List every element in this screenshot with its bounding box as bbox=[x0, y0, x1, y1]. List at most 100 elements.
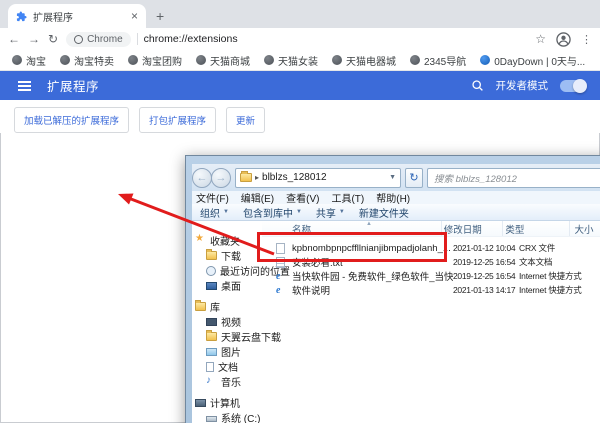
bookmark-item[interactable]: 天猫商城 bbox=[196, 53, 250, 68]
menu-dots-icon[interactable]: ⋮ bbox=[581, 33, 592, 46]
internet-shortcut-icon: e bbox=[276, 271, 292, 282]
include-in-library-button[interactable]: 包含到库中▼ bbox=[243, 205, 302, 220]
menu-file[interactable]: 文件(F) bbox=[196, 190, 229, 205]
browser-toolbar: ← → ↻ Chrome chrome://extensions ☆ ⋮ bbox=[0, 28, 600, 50]
file-date: 2021-01-12 10:04 bbox=[453, 243, 519, 253]
sidebar-item-cloud-downloads[interactable]: 天翼云盘下载 bbox=[192, 329, 268, 344]
site-favicon bbox=[480, 55, 490, 65]
address-bar[interactable]: ▸ blblzs_128012 ▼ bbox=[235, 168, 401, 188]
folder-icon bbox=[240, 173, 252, 182]
omnibox[interactable]: Chrome chrome://extensions bbox=[66, 30, 527, 48]
downloads-folder-icon bbox=[206, 251, 217, 260]
bookmark-label: 淘宝团购 bbox=[142, 53, 182, 68]
sidebar-item-recent-places[interactable]: 最近访问的位置 bbox=[192, 263, 268, 278]
tab-close-icon[interactable]: × bbox=[131, 11, 138, 21]
chip-label: Chrome bbox=[87, 34, 123, 45]
forward-icon[interactable]: → bbox=[28, 33, 40, 45]
column-size[interactable]: 大小 bbox=[570, 221, 600, 236]
bookmark-label: 天猫女装 bbox=[278, 53, 318, 68]
file-type: CRX 文件 bbox=[519, 242, 591, 254]
sidebar-item-libraries[interactable]: 库 bbox=[192, 299, 268, 314]
file-date: 2021-01-13 14:17 bbox=[453, 285, 519, 295]
hard-drive-icon bbox=[206, 416, 217, 422]
bookmark-item[interactable]: 天猫女装 bbox=[264, 53, 318, 68]
tab-extensions[interactable]: 扩展程序 × bbox=[8, 4, 146, 28]
menu-view[interactable]: 查看(V) bbox=[286, 190, 319, 205]
explorer-command-bar: 组织▼ 包含到库中▼ 共享▼ 新建文件夹 bbox=[192, 204, 600, 221]
share-button[interactable]: 共享▼ bbox=[316, 205, 345, 220]
column-date-modified[interactable]: 修改日期 bbox=[442, 221, 504, 236]
libraries-icon bbox=[195, 302, 206, 311]
profile-avatar-icon[interactable] bbox=[556, 32, 571, 47]
file-row-shortcut-site[interactable]: e 当快软件园 - 免费软件_绿色软件_当快软... 2019-12-25 16… bbox=[262, 269, 600, 283]
globe-favicon bbox=[332, 55, 342, 65]
music-icon bbox=[206, 377, 217, 386]
internet-shortcut-icon: e bbox=[276, 285, 292, 296]
bookmark-label: 0DayDown | 0天与... bbox=[494, 53, 585, 68]
new-tab-button[interactable]: + bbox=[156, 8, 164, 24]
bookmark-item[interactable]: 0DayDown | 0天与... bbox=[480, 53, 585, 68]
sidebar-item-pictures[interactable]: 图片 bbox=[192, 344, 268, 359]
organize-button[interactable]: 组织▼ bbox=[200, 205, 229, 220]
bookmark-item[interactable]: 淘宝团购 bbox=[128, 53, 182, 68]
reload-icon[interactable]: ↻ bbox=[48, 33, 58, 45]
globe-favicon bbox=[60, 55, 70, 65]
globe-favicon bbox=[128, 55, 138, 65]
computer-icon bbox=[195, 399, 206, 407]
page-title: 扩展程序 bbox=[47, 76, 99, 95]
sidebar-item-documents[interactable]: 文档 bbox=[192, 359, 268, 374]
developer-mode-toggle[interactable] bbox=[560, 80, 586, 92]
tab-strip: 扩展程序 × + bbox=[0, 0, 600, 28]
extensions-header: 扩展程序 开发者模式 bbox=[0, 71, 600, 100]
omnibox-divider bbox=[137, 33, 138, 45]
bookmark-item[interactable]: 2345导航 bbox=[410, 53, 466, 68]
file-type: Internet 快捷方式 bbox=[519, 284, 591, 296]
menu-tools[interactable]: 工具(T) bbox=[331, 190, 364, 205]
sidebar-item-system-drive[interactable]: 系统 (C:) bbox=[192, 410, 268, 423]
file-row-shortcut-notes[interactable]: e 软件说明 2021-01-13 14:17 Internet 快捷方式 bbox=[262, 283, 600, 297]
file-date: 2019-12-25 16:54 bbox=[453, 257, 519, 267]
explorer-forward-icon[interactable]: → bbox=[211, 168, 231, 188]
file-type: Internet 快捷方式 bbox=[519, 270, 591, 282]
sidebar-item-desktop[interactable]: 桌面 bbox=[192, 278, 268, 293]
file-name: 当快软件园 - 免费软件_绿色软件_当快软... bbox=[292, 269, 453, 283]
search-icon[interactable] bbox=[471, 79, 484, 92]
bookmark-item[interactable]: 天猫电器城 bbox=[332, 53, 396, 68]
file-name: 软件说明 bbox=[292, 283, 453, 297]
bookmark-star-icon[interactable]: ☆ bbox=[535, 33, 546, 45]
explorer-back-icon[interactable]: ← bbox=[192, 168, 212, 188]
info-icon bbox=[74, 35, 83, 44]
menu-help[interactable]: 帮助(H) bbox=[376, 190, 410, 205]
bookmark-label: 淘宝特卖 bbox=[74, 53, 114, 68]
explorer-search-input[interactable]: 搜索 blblzs_128012 bbox=[427, 168, 600, 188]
chevron-down-icon: ▼ bbox=[223, 209, 229, 215]
globe-favicon bbox=[12, 55, 22, 65]
address-dropdown-icon[interactable]: ▼ bbox=[389, 174, 396, 181]
sort-ascending-icon: ▲ bbox=[366, 221, 372, 227]
toggle-knob bbox=[573, 79, 587, 93]
load-unpacked-button[interactable]: 加载已解压的扩展程序 bbox=[14, 107, 129, 133]
sidebar-item-computer[interactable]: 计算机 bbox=[192, 395, 268, 410]
browser-actions: ☆ ⋮ bbox=[535, 32, 592, 47]
refresh-icon[interactable]: ↻ bbox=[405, 168, 423, 188]
back-icon[interactable]: ← bbox=[8, 33, 20, 45]
column-type[interactable]: 类型 bbox=[503, 221, 570, 236]
star-icon bbox=[195, 236, 206, 245]
recent-places-icon bbox=[206, 266, 216, 276]
explorer-window[interactable]: ← → ▸ blblzs_128012 ▼ ↻ 搜索 blblzs_128012… bbox=[185, 155, 600, 423]
chrome-chip: Chrome bbox=[66, 32, 131, 47]
sidebar-item-music[interactable]: 音乐 bbox=[192, 374, 268, 389]
sidebar-item-videos[interactable]: 视频 bbox=[192, 314, 268, 329]
bookmark-item[interactable]: 淘宝 bbox=[12, 53, 46, 68]
bookmark-label: 天猫电器城 bbox=[346, 53, 396, 68]
bookmark-item[interactable]: 淘宝特卖 bbox=[60, 53, 114, 68]
update-button[interactable]: 更新 bbox=[226, 107, 265, 133]
pack-extension-button[interactable]: 打包扩展程序 bbox=[139, 107, 216, 133]
documents-icon bbox=[206, 362, 214, 372]
breadcrumb-arrow-icon: ▸ bbox=[255, 173, 259, 182]
menu-edit[interactable]: 编辑(E) bbox=[241, 190, 274, 205]
hamburger-menu-icon[interactable] bbox=[18, 85, 31, 87]
file-date: 2019-12-25 16:54 bbox=[453, 271, 519, 281]
new-folder-button[interactable]: 新建文件夹 bbox=[359, 205, 409, 220]
bookmark-label: 2345导航 bbox=[424, 53, 466, 68]
